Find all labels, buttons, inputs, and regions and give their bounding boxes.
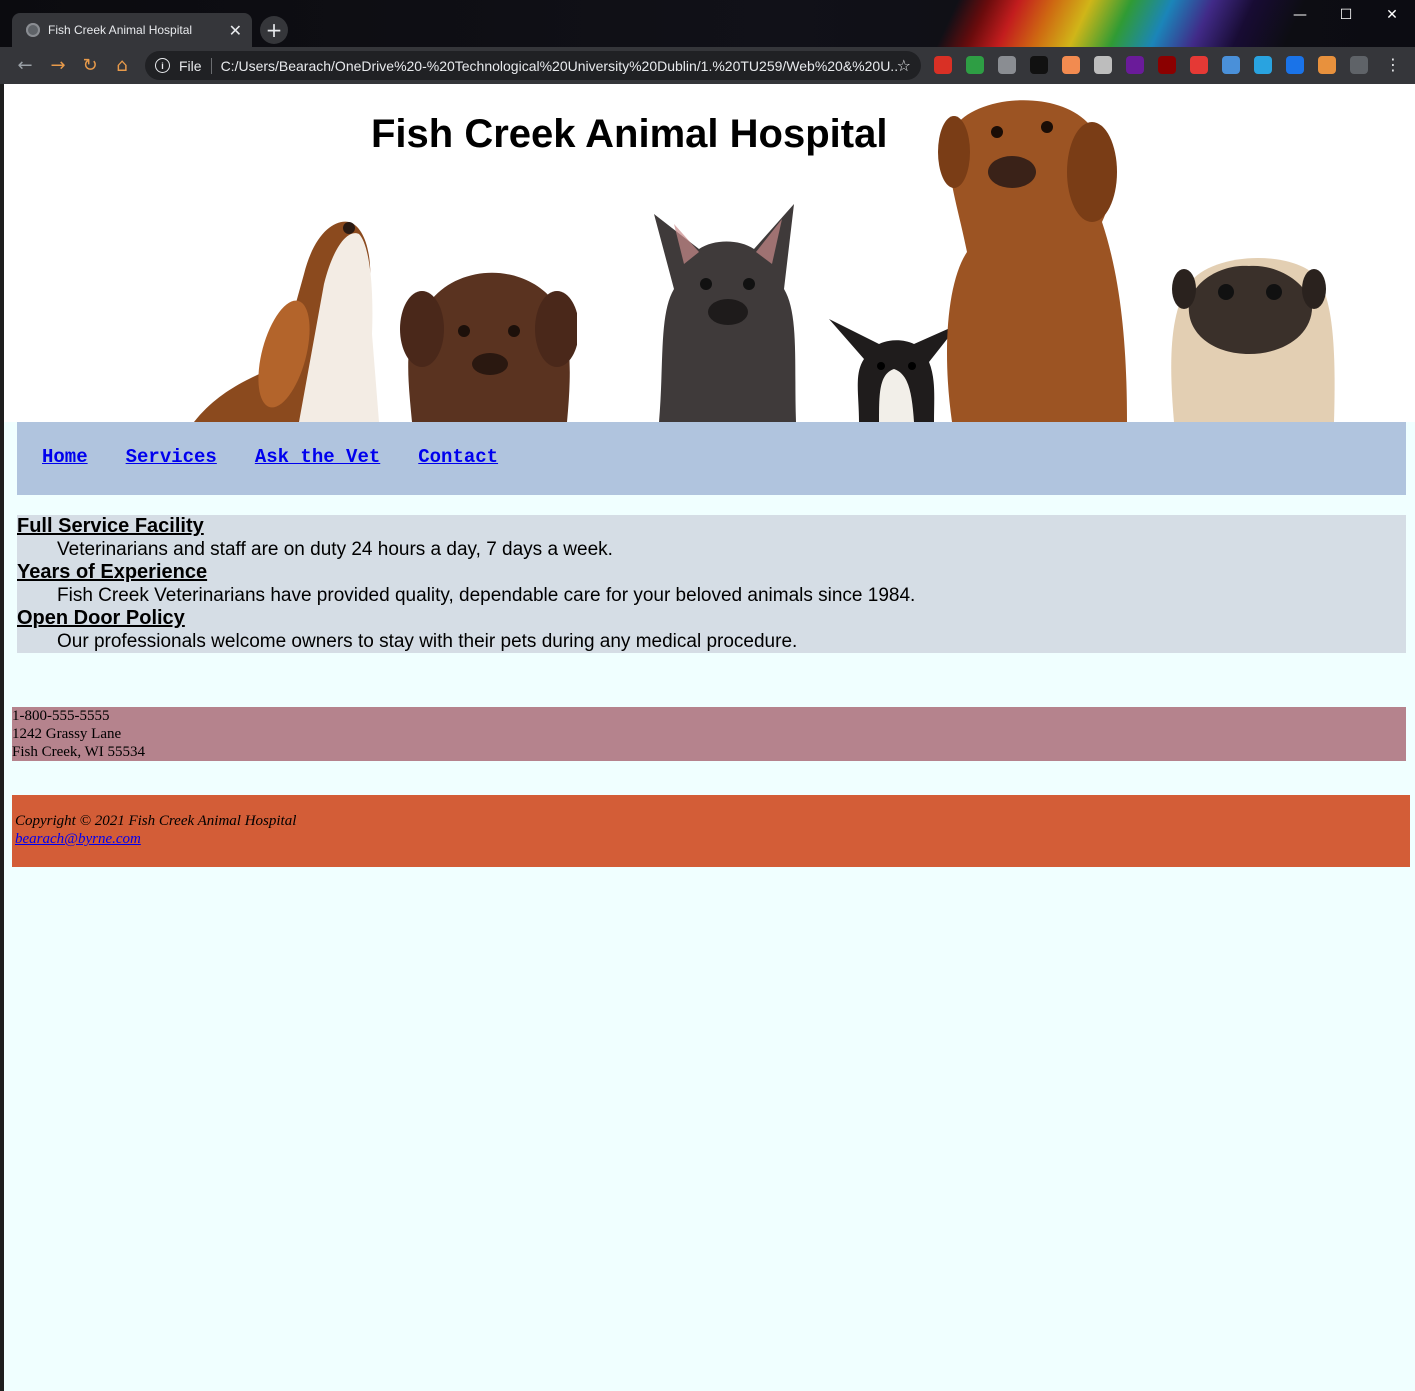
home-icon[interactable]: ⌂: [111, 54, 133, 76]
bookmark-star-icon[interactable]: ☆: [897, 56, 911, 75]
feature-description: Fish Creek Veterinarians have provided q…: [57, 585, 916, 606]
forward-arrow-icon[interactable]: →: [47, 54, 69, 76]
copyright-text: Copyright © 2021 Fish Creek Animal Hospi…: [15, 813, 297, 829]
maximize-button[interactable]: ☐: [1323, 0, 1369, 30]
extension-icon[interactable]: [1062, 56, 1080, 74]
extension-icon[interactable]: [1222, 56, 1240, 74]
window-controls: — ☐ ✕: [1277, 0, 1415, 30]
minimize-button[interactable]: —: [1277, 0, 1323, 30]
wallpaper-decoration: [880, 0, 1340, 47]
info-icon[interactable]: i: [155, 58, 170, 73]
site-header: Fish Creek Animal Hospital: [4, 84, 1415, 422]
street-address: 1242 Grassy Lane: [12, 726, 122, 742]
beagle-illustration: [194, 221, 379, 422]
close-tab-icon[interactable]: ✕: [229, 21, 242, 40]
site-footer: Copyright © 2021 Fish Creek Animal Hospi…: [12, 795, 1410, 867]
extension-icon[interactable]: [1158, 56, 1176, 74]
extension-icon[interactable]: [1030, 56, 1048, 74]
close-window-button[interactable]: ✕: [1369, 0, 1415, 30]
main-nav: Home Services Ask the Vet Contact: [17, 422, 1406, 495]
feature-term: Open Door Policy: [17, 607, 185, 629]
extension-icon[interactable]: [1286, 56, 1304, 74]
extension-icon[interactable]: [1190, 56, 1208, 74]
nav-link-services[interactable]: Services: [126, 446, 217, 468]
nav-link-ask-the-vet[interactable]: Ask the Vet: [255, 446, 380, 468]
extensions-bar: [934, 56, 1382, 76]
extension-icon[interactable]: [934, 56, 952, 74]
back-arrow-icon[interactable]: ←: [14, 54, 36, 76]
site-title: Fish Creek Animal Hospital: [371, 112, 888, 156]
pug-illustration: [1171, 257, 1335, 422]
address-bar[interactable]: i File C:/Users/Bearach/OneDrive%20-%20T…: [145, 51, 921, 80]
nav-item-ask-the-vet: Ask the Vet: [255, 446, 380, 468]
feature-term: Years of Experience: [17, 561, 208, 583]
city-state-zip: Fish Creek, WI 55534: [12, 744, 146, 760]
feature-term: Full Service Facility: [17, 515, 204, 537]
ridgeback-illustration: [938, 100, 1127, 422]
tab-title: Fish Creek Animal Hospital: [48, 23, 193, 37]
nav-link-contact[interactable]: Contact: [418, 446, 498, 468]
new-tab-button[interactable]: +: [260, 16, 288, 44]
url-text[interactable]: C:/Users/Bearach/OneDrive%20-%20Technolo…: [221, 58, 897, 74]
nav-link-home[interactable]: Home: [42, 446, 88, 468]
extension-icon[interactable]: [1126, 56, 1144, 74]
browser-menu-icon[interactable]: ⋮: [1385, 55, 1401, 74]
globe-icon: [26, 23, 40, 37]
extension-icon[interactable]: [1254, 56, 1272, 74]
contact-info: 1-800-555-5555 1242 Grassy Lane Fish Cre…: [12, 707, 1406, 761]
nav-list: Home Services Ask the Vet Contact: [42, 446, 536, 468]
browser-tab[interactable]: Fish Creek Animal Hospital ✕: [12, 13, 252, 47]
extension-icon[interactable]: [1094, 56, 1112, 74]
french-bulldog-illustration: [654, 204, 796, 422]
reload-icon[interactable]: ↻: [79, 54, 101, 76]
browser-toolbar: ← → ↻ ⌂ i File C:/Users/Bearach/OneDrive…: [0, 47, 1415, 84]
email-link[interactable]: bearach@byrne.com: [15, 831, 141, 848]
extension-icon[interactable]: [1350, 56, 1368, 74]
browser-titlebar: Fish Creek Animal Hospital ✕ + — ☐ ✕: [0, 0, 1415, 47]
phone-number: 1-800-555-5555: [12, 708, 110, 724]
features-list: Full Service Facility Veterinarians and …: [17, 515, 1406, 653]
extension-icon[interactable]: [966, 56, 984, 74]
feature-description: Our professionals welcome owners to stay…: [57, 631, 798, 652]
nav-item-contact: Contact: [418, 446, 498, 468]
page-viewport: Fish Creek Animal Hospital Home Services…: [4, 84, 1415, 1391]
extension-icon[interactable]: [1318, 56, 1336, 74]
extension-icon[interactable]: [998, 56, 1016, 74]
nav-item-home: Home: [42, 446, 88, 468]
nav-item-services: Services: [126, 446, 217, 468]
feature-description: Veterinarians and staff are on duty 24 h…: [57, 539, 613, 560]
features-section: Full Service Facility Veterinarians and …: [17, 515, 1406, 653]
chocolate-lab-illustration: [400, 272, 577, 422]
url-scheme: File: [179, 57, 212, 74]
